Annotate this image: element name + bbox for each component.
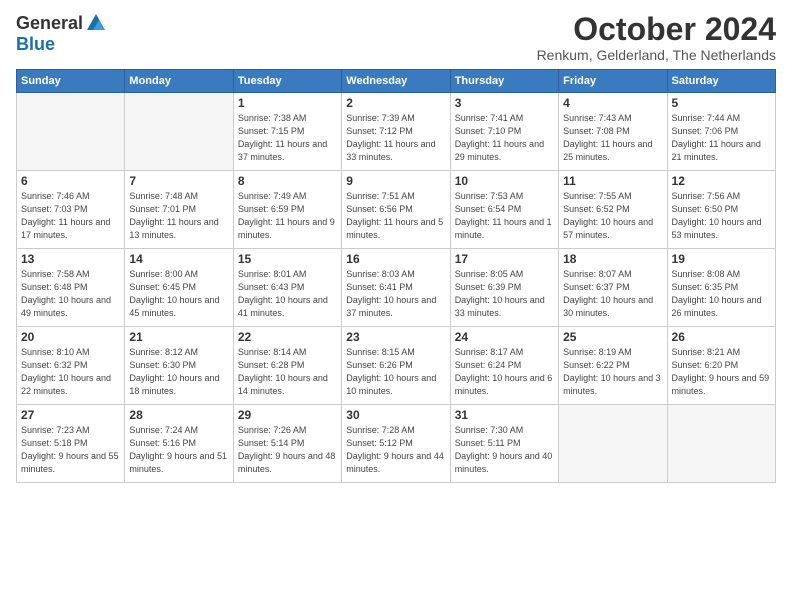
cell-4-4: 31Sunrise: 7:30 AMSunset: 5:11 PMDayligh… <box>450 405 558 483</box>
cell-2-5: 18Sunrise: 8:07 AMSunset: 6:37 PMDayligh… <box>559 249 667 327</box>
logo: General Blue <box>16 12 107 55</box>
col-thursday: Thursday <box>450 70 558 93</box>
cell-2-3: 16Sunrise: 8:03 AMSunset: 6:41 PMDayligh… <box>342 249 450 327</box>
col-monday: Monday <box>125 70 233 93</box>
cell-3-1: 21Sunrise: 8:12 AMSunset: 6:30 PMDayligh… <box>125 327 233 405</box>
cell-0-1 <box>125 93 233 171</box>
week-row-5: 27Sunrise: 7:23 AMSunset: 5:18 PMDayligh… <box>17 405 776 483</box>
cell-3-0: 20Sunrise: 8:10 AMSunset: 6:32 PMDayligh… <box>17 327 125 405</box>
cell-1-0: 6Sunrise: 7:46 AMSunset: 7:03 PMDaylight… <box>17 171 125 249</box>
col-tuesday: Tuesday <box>233 70 341 93</box>
col-friday: Friday <box>559 70 667 93</box>
week-row-1: 1Sunrise: 7:38 AMSunset: 7:15 PMDaylight… <box>17 93 776 171</box>
cell-4-0: 27Sunrise: 7:23 AMSunset: 5:18 PMDayligh… <box>17 405 125 483</box>
cell-1-4: 10Sunrise: 7:53 AMSunset: 6:54 PMDayligh… <box>450 171 558 249</box>
cell-0-0 <box>17 93 125 171</box>
cell-2-6: 19Sunrise: 8:08 AMSunset: 6:35 PMDayligh… <box>667 249 775 327</box>
col-wednesday: Wednesday <box>342 70 450 93</box>
header-row: Sunday Monday Tuesday Wednesday Thursday… <box>17 70 776 93</box>
cell-4-2: 29Sunrise: 7:26 AMSunset: 5:14 PMDayligh… <box>233 405 341 483</box>
calendar-table: Sunday Monday Tuesday Wednesday Thursday… <box>16 69 776 483</box>
cell-3-4: 24Sunrise: 8:17 AMSunset: 6:24 PMDayligh… <box>450 327 558 405</box>
cell-1-3: 9Sunrise: 7:51 AMSunset: 6:56 PMDaylight… <box>342 171 450 249</box>
logo-blue-text: Blue <box>16 34 55 55</box>
cell-4-1: 28Sunrise: 7:24 AMSunset: 5:16 PMDayligh… <box>125 405 233 483</box>
cell-1-6: 12Sunrise: 7:56 AMSunset: 6:50 PMDayligh… <box>667 171 775 249</box>
cell-1-1: 7Sunrise: 7:48 AMSunset: 7:01 PMDaylight… <box>125 171 233 249</box>
cell-2-4: 17Sunrise: 8:05 AMSunset: 6:39 PMDayligh… <box>450 249 558 327</box>
cell-3-2: 22Sunrise: 8:14 AMSunset: 6:28 PMDayligh… <box>233 327 341 405</box>
cell-1-2: 8Sunrise: 7:49 AMSunset: 6:59 PMDaylight… <box>233 171 341 249</box>
week-row-4: 20Sunrise: 8:10 AMSunset: 6:32 PMDayligh… <box>17 327 776 405</box>
cell-0-6: 5Sunrise: 7:44 AMSunset: 7:06 PMDaylight… <box>667 93 775 171</box>
cell-4-3: 30Sunrise: 7:28 AMSunset: 5:12 PMDayligh… <box>342 405 450 483</box>
month-title: October 2024 <box>537 12 776 47</box>
cell-3-5: 25Sunrise: 8:19 AMSunset: 6:22 PMDayligh… <box>559 327 667 405</box>
cell-2-1: 14Sunrise: 8:00 AMSunset: 6:45 PMDayligh… <box>125 249 233 327</box>
cell-4-6 <box>667 405 775 483</box>
cell-0-5: 4Sunrise: 7:43 AMSunset: 7:08 PMDaylight… <box>559 93 667 171</box>
week-row-2: 6Sunrise: 7:46 AMSunset: 7:03 PMDaylight… <box>17 171 776 249</box>
cell-2-0: 13Sunrise: 7:58 AMSunset: 6:48 PMDayligh… <box>17 249 125 327</box>
logo-icon <box>85 12 107 34</box>
col-sunday: Sunday <box>17 70 125 93</box>
header: General Blue October 2024 Renkum, Gelder… <box>16 12 776 63</box>
cell-2-2: 15Sunrise: 8:01 AMSunset: 6:43 PMDayligh… <box>233 249 341 327</box>
location: Renkum, Gelderland, The Netherlands <box>537 47 776 63</box>
col-saturday: Saturday <box>667 70 775 93</box>
title-block: October 2024 Renkum, Gelderland, The Net… <box>537 12 776 63</box>
logo-general-text: General <box>16 13 83 34</box>
cell-0-2: 1Sunrise: 7:38 AMSunset: 7:15 PMDaylight… <box>233 93 341 171</box>
cell-3-6: 26Sunrise: 8:21 AMSunset: 6:20 PMDayligh… <box>667 327 775 405</box>
cell-1-5: 11Sunrise: 7:55 AMSunset: 6:52 PMDayligh… <box>559 171 667 249</box>
page: General Blue October 2024 Renkum, Gelder… <box>0 0 792 491</box>
week-row-3: 13Sunrise: 7:58 AMSunset: 6:48 PMDayligh… <box>17 249 776 327</box>
cell-4-5 <box>559 405 667 483</box>
cell-0-4: 3Sunrise: 7:41 AMSunset: 7:10 PMDaylight… <box>450 93 558 171</box>
cell-3-3: 23Sunrise: 8:15 AMSunset: 6:26 PMDayligh… <box>342 327 450 405</box>
cell-0-3: 2Sunrise: 7:39 AMSunset: 7:12 PMDaylight… <box>342 93 450 171</box>
